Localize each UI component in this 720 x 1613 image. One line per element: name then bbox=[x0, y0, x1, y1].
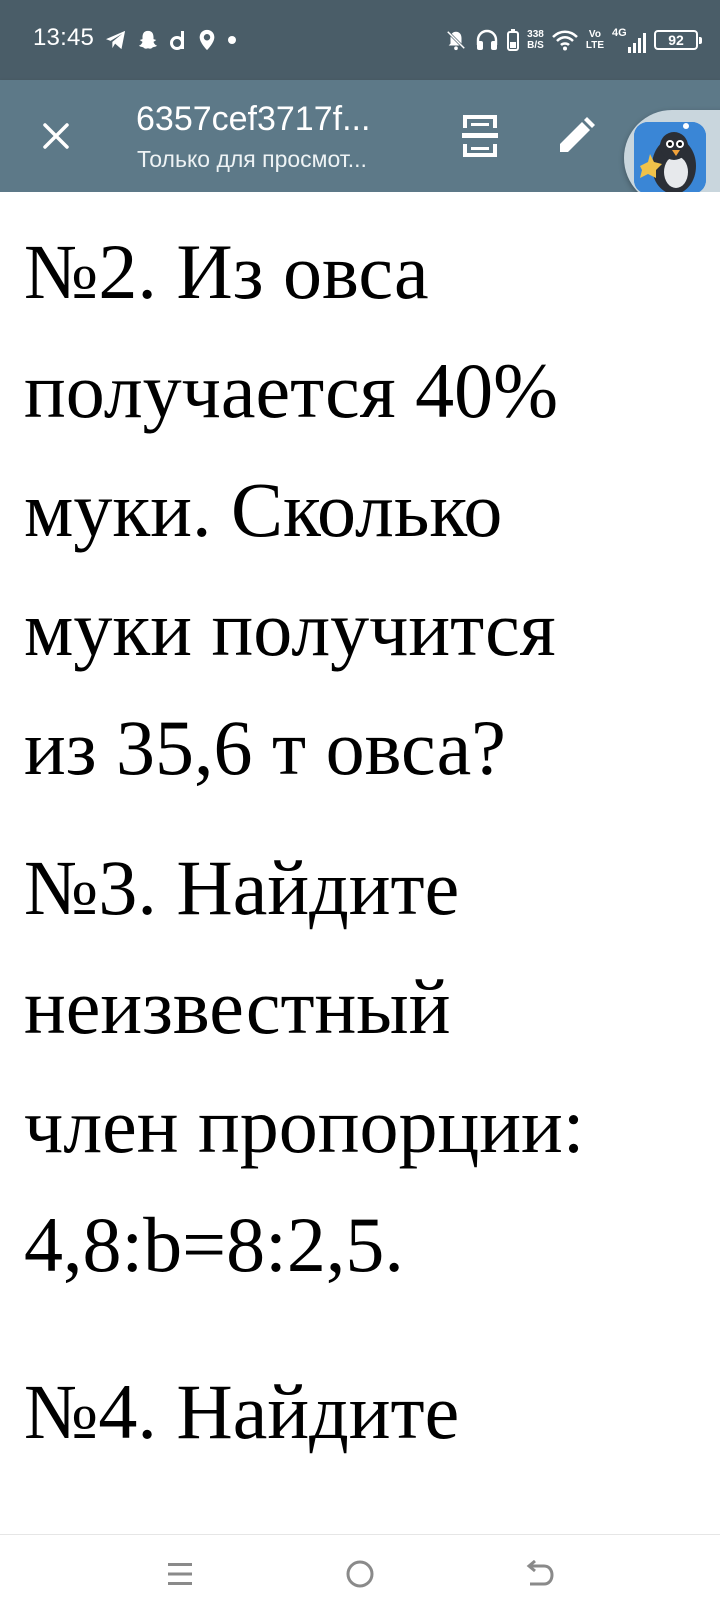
battery-level: 92 bbox=[668, 32, 684, 48]
document-title: 6357cef3717f... bbox=[136, 100, 371, 138]
net-speed-unit: B/S bbox=[527, 40, 544, 51]
back-arrow-icon bbox=[526, 1560, 554, 1586]
system-icons: 338 B/S Vo LTE 4G 92 bbox=[445, 22, 702, 58]
close-button[interactable] bbox=[30, 110, 82, 162]
snapchat-icon bbox=[138, 30, 158, 49]
net-speed: 338 B/S bbox=[527, 29, 544, 51]
headphones-icon bbox=[476, 29, 498, 50]
bell-muted-icon bbox=[446, 30, 466, 51]
dot-icon bbox=[228, 36, 236, 44]
document-scan-icon bbox=[462, 115, 498, 157]
scan-button[interactable] bbox=[456, 112, 504, 160]
signal-group: 4G bbox=[612, 27, 646, 53]
home-button[interactable] bbox=[330, 1549, 390, 1599]
notification-icons bbox=[105, 28, 237, 52]
volte-indicator: Vo LTE bbox=[586, 29, 604, 51]
problem-4-text: №4. Найдите bbox=[24, 1368, 460, 1455]
d-app-icon bbox=[170, 31, 184, 50]
recent-apps-button[interactable] bbox=[150, 1549, 210, 1599]
home-circle-icon bbox=[346, 1560, 374, 1588]
location-icon bbox=[199, 29, 215, 51]
volte-bottom: LTE bbox=[585, 40, 604, 51]
net-speed-value: 338 bbox=[527, 29, 544, 40]
document-subtitle: Только для просмот... bbox=[137, 146, 367, 172]
volte-top: Vo bbox=[588, 29, 601, 40]
network-type: 4G bbox=[612, 27, 627, 39]
app-bar: 6357cef3717f... Только для просмот... bbox=[0, 80, 720, 192]
problem-2-text: №2. Из овса получается 40% муки. Сколько… bbox=[24, 228, 559, 791]
signal-icon bbox=[628, 33, 646, 53]
battery-icon: 92 bbox=[654, 30, 702, 50]
status-bar: 13:45 338 B/S Vo LTE 4G 92 bbox=[0, 0, 720, 80]
status-time: 13:45 bbox=[33, 24, 95, 51]
battery-saver-icon bbox=[507, 29, 520, 51]
edit-button[interactable] bbox=[552, 112, 600, 160]
telegram-icon bbox=[106, 30, 126, 50]
document-viewer[interactable]: №2. Из овса получается 40% муки. Сколько… bbox=[0, 192, 720, 1534]
back-button[interactable] bbox=[510, 1549, 570, 1599]
wifi-icon bbox=[551, 30, 578, 51]
close-icon bbox=[43, 123, 69, 149]
pencil-icon bbox=[560, 117, 595, 152]
problem-3-text: №3. Найдите неизвестный член пропорции: … bbox=[24, 844, 585, 1288]
navigation-bar bbox=[0, 1534, 720, 1613]
menu-icon bbox=[168, 1563, 192, 1585]
penguin-avatar-icon bbox=[634, 122, 706, 194]
